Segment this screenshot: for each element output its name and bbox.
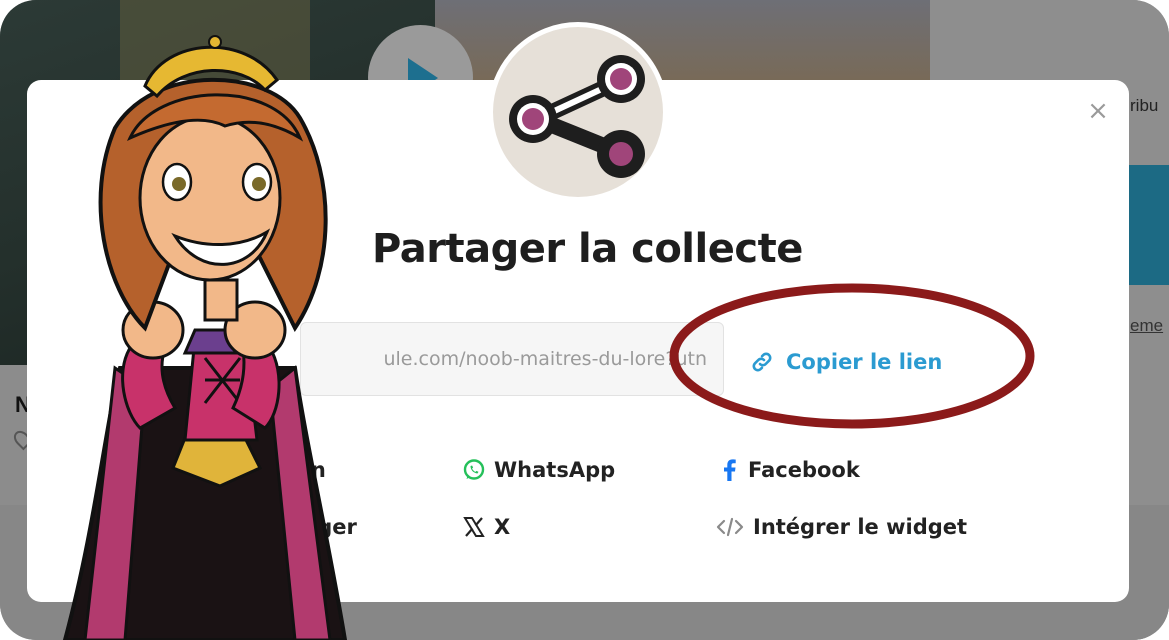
modal-title: Partager la collecte	[372, 226, 803, 272]
copy-link-label: Copier le lien	[786, 350, 943, 374]
share-facebook-button[interactable]: Facebook	[720, 455, 860, 485]
share-x-label: X	[494, 515, 511, 539]
x-logo-icon	[463, 517, 485, 537]
share-messenger-button[interactable]: enger	[288, 512, 357, 542]
share-link-field[interactable]: ule.com/noob-maitres-du-lore?utn	[300, 322, 724, 396]
screenshot-frame: ribu eme N × Partager la collecte ule.co…	[0, 0, 1169, 640]
share-linkedin-label: dIn	[288, 458, 326, 482]
background-attribution-text: ribu	[1130, 96, 1159, 115]
facebook-icon	[724, 459, 736, 481]
background-donate-button	[1128, 165, 1169, 285]
share-messenger-label: enger	[288, 515, 357, 539]
share-facebook-label: Facebook	[748, 458, 860, 482]
share-x-button[interactable]: X	[462, 512, 510, 542]
share-whatsapp-label: WhatsApp	[494, 458, 616, 482]
share-whatsapp-button[interactable]: WhatsApp	[462, 455, 615, 485]
share-link-value: ule.com/noob-maitres-du-lore?utn	[383, 348, 707, 370]
link-chain-icon	[752, 352, 772, 372]
whatsapp-icon	[463, 459, 485, 480]
share-nodes-icon	[488, 22, 668, 202]
share-linkedin-button[interactable]: dIn	[288, 455, 326, 485]
embed-widget-label: Intégrer le widget	[753, 515, 968, 539]
copy-link-button[interactable]: Copier le lien	[750, 346, 942, 378]
embed-widget-button[interactable]: Intégrer le widget	[715, 512, 967, 542]
background-link-text: eme	[1130, 316, 1164, 335]
close-icon[interactable]: ×	[1085, 98, 1111, 124]
code-brackets-icon	[716, 517, 744, 537]
